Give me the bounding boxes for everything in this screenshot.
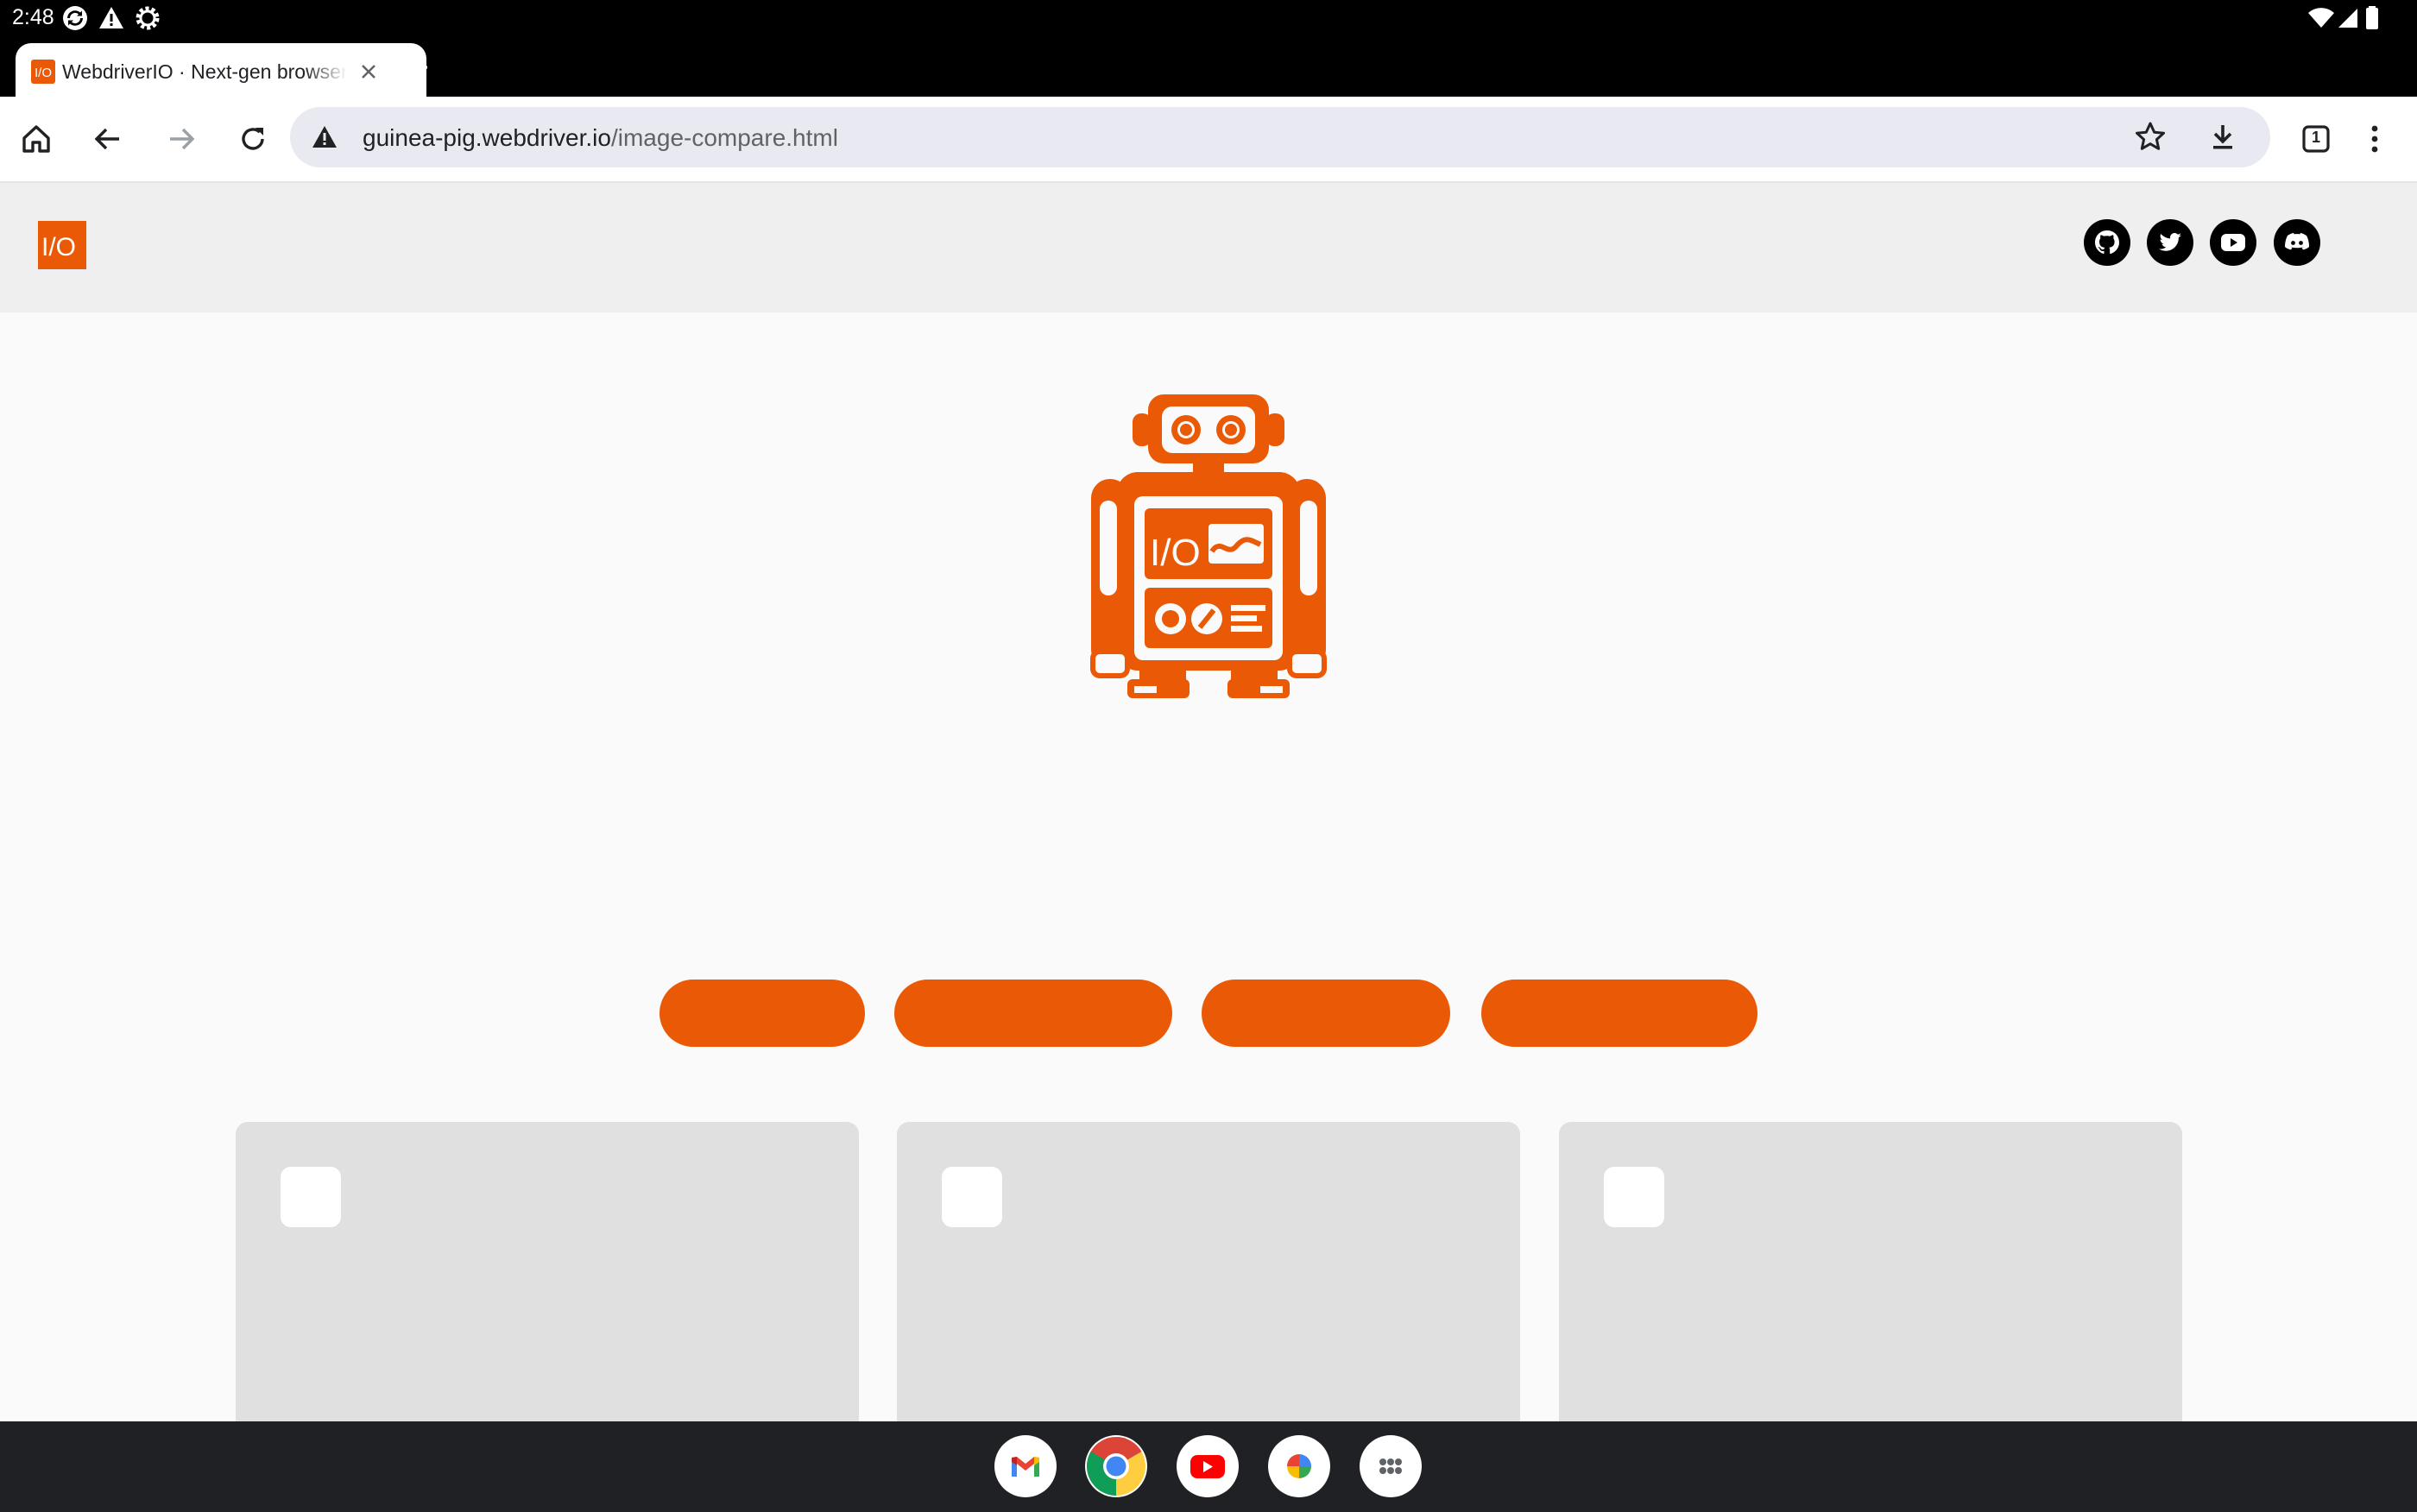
- hero-button-1[interactable]: [659, 980, 865, 1047]
- battery-icon: [2366, 6, 2378, 29]
- feature-card-icon: [281, 1167, 341, 1227]
- site-header: I/O: [0, 183, 2417, 312]
- webdriverio-logo[interactable]: I/O: [38, 221, 86, 269]
- hero-button-3[interactable]: [1202, 980, 1450, 1047]
- photos-app[interactable]: [1268, 1435, 1330, 1497]
- home-icon[interactable]: [16, 119, 56, 159]
- feature-card: [236, 1122, 859, 1433]
- robot-logo-text: I/O: [1150, 532, 1201, 574]
- tab-count: 1: [2311, 129, 2320, 146]
- youtube-icon: [2221, 234, 2245, 251]
- reload-icon[interactable]: [233, 119, 273, 159]
- taskbar: [0, 1421, 2417, 1512]
- url-text[interactable]: guinea-pig.webdriver.io/image-compare.ht…: [363, 124, 838, 152]
- gmail-app[interactable]: [994, 1435, 1057, 1497]
- feature-card: [1559, 1122, 2182, 1433]
- alert-icon: [99, 7, 123, 28]
- sync-icon: [63, 6, 87, 30]
- discord-icon: [2285, 233, 2309, 250]
- tab-switcher-button[interactable]: 1: [2296, 119, 2336, 159]
- chrome-icon: [1087, 1437, 1145, 1496]
- more-menu-icon[interactable]: [2355, 119, 2395, 159]
- svg-text:I/O: I/O: [35, 66, 52, 80]
- webdriverio-favicon-icon: I/O: [31, 60, 55, 84]
- close-tab-icon[interactable]: [354, 57, 383, 86]
- twitter-icon: [2159, 233, 2181, 251]
- browser-toolbar: guinea-pig.webdriver.io/image-compare.ht…: [0, 97, 2417, 183]
- youtube-link[interactable]: [2210, 219, 2256, 266]
- feature-card-icon: [942, 1167, 1002, 1227]
- photos-icon: [1287, 1454, 1311, 1478]
- status-time: 2:48: [12, 5, 54, 29]
- app-launcher[interactable]: [1360, 1435, 1422, 1497]
- url-host: guinea-pig.webdriver.io: [363, 124, 611, 151]
- gmail-icon: [1012, 1457, 1039, 1477]
- not-secure-warning-icon[interactable]: [311, 123, 338, 151]
- feature-card: [897, 1122, 1520, 1433]
- app-launcher-icon: [1379, 1458, 1402, 1474]
- chrome-app[interactable]: [1085, 1435, 1147, 1497]
- forward-arrow-icon[interactable]: [161, 119, 201, 159]
- youtube-icon: [1190, 1455, 1225, 1478]
- bookmark-star-icon[interactable]: [2132, 119, 2168, 155]
- address-bar[interactable]: guinea-pig.webdriver.io/image-compare.ht…: [290, 107, 2270, 167]
- logo-text: I/O: [41, 233, 76, 261]
- status-bar: 2:48: [0, 0, 2417, 38]
- feature-card-icon: [1604, 1167, 1664, 1227]
- github-link[interactable]: [2084, 219, 2130, 266]
- download-icon[interactable]: [2205, 119, 2241, 155]
- wifi-icon: [2308, 8, 2334, 28]
- youtube-app[interactable]: [1177, 1435, 1239, 1497]
- twitter-link[interactable]: [2147, 219, 2193, 266]
- tab-strip: I/O WebdriverIO · Next-gen browser and m…: [0, 38, 2417, 97]
- hero-button-4[interactable]: [1481, 980, 1758, 1047]
- tab-title: WebdriverIO · Next-gen browser and mobil…: [62, 60, 347, 83]
- hero-button-2[interactable]: [894, 980, 1172, 1047]
- url-path: /image-compare.html: [610, 124, 838, 151]
- back-arrow-icon[interactable]: [88, 119, 128, 159]
- webdriverio-robot-logo: I/O: [1090, 394, 1327, 698]
- new-tab-icon[interactable]: [399, 48, 437, 86]
- settings-icon: [136, 6, 160, 30]
- github-icon: [2095, 230, 2119, 255]
- discord-link[interactable]: [2274, 219, 2320, 266]
- browser-tab[interactable]: I/O WebdriverIO · Next-gen browser and m…: [16, 43, 426, 97]
